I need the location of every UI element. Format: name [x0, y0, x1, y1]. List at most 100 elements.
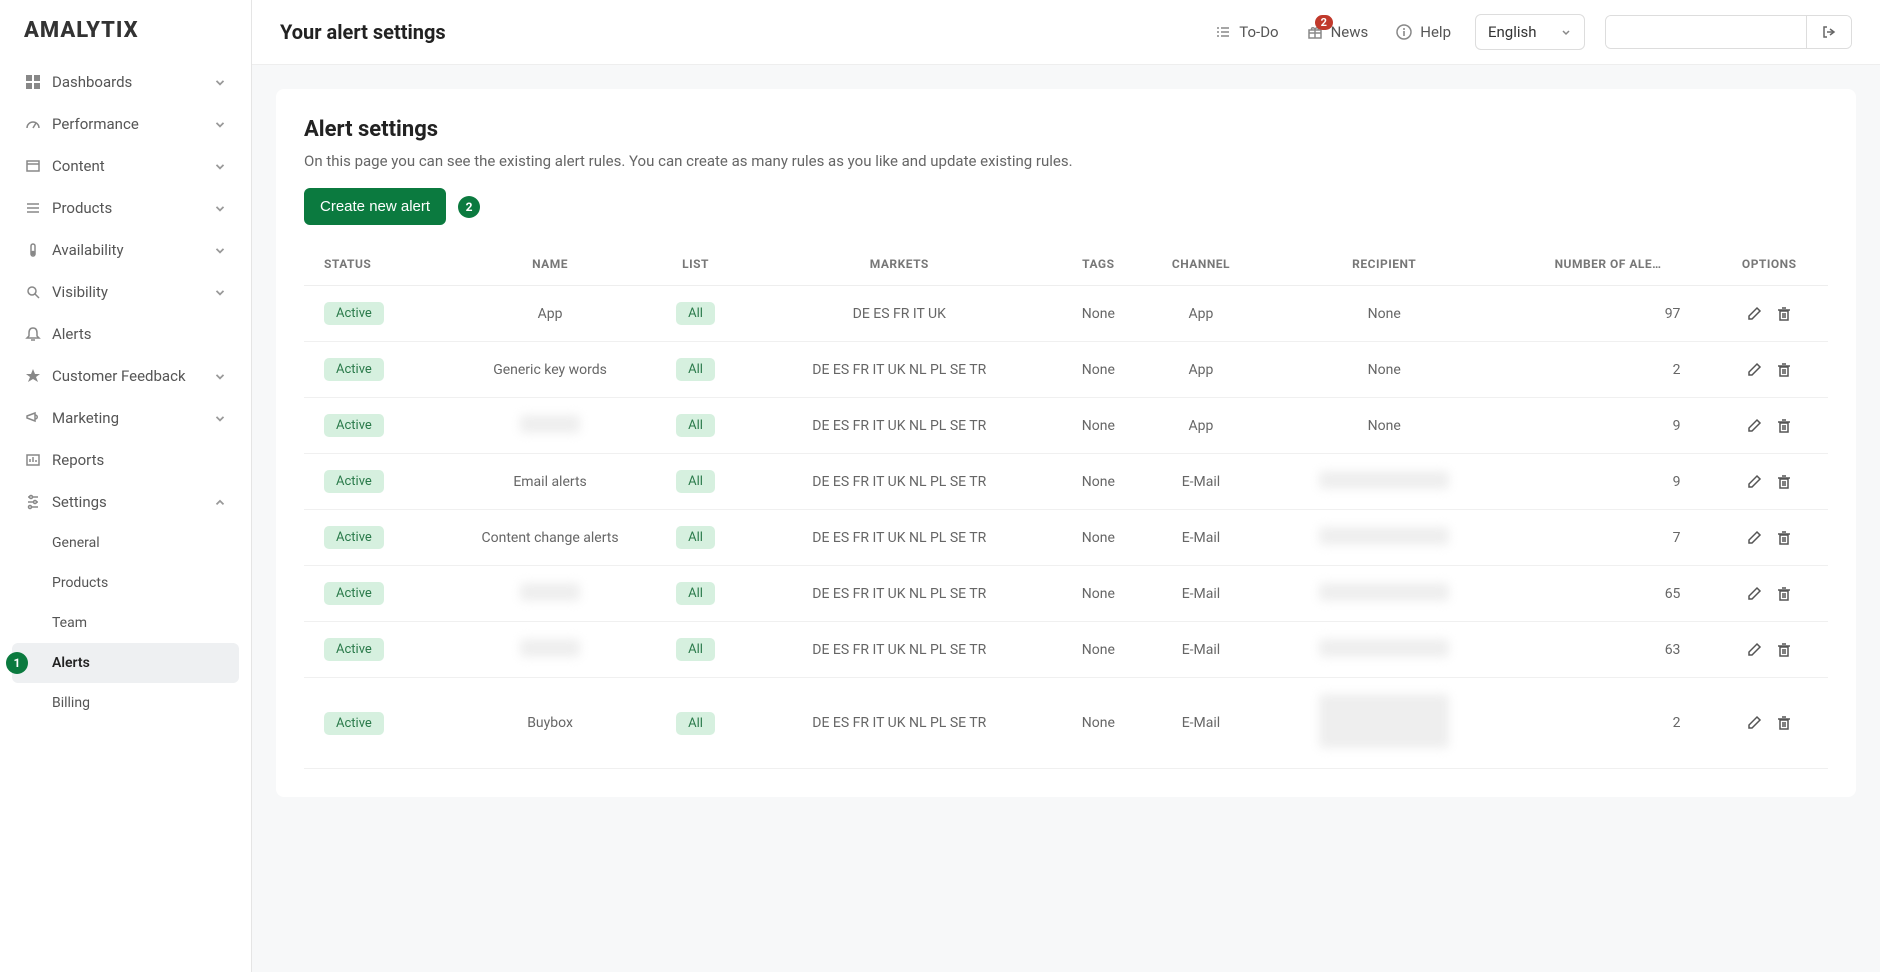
- dashboards-icon: [24, 73, 42, 91]
- trash-icon[interactable]: [1776, 418, 1792, 434]
- tags-cell: None: [1057, 342, 1139, 398]
- edit-icon[interactable]: [1746, 362, 1762, 378]
- trash-icon[interactable]: [1776, 306, 1792, 322]
- column-header: STATUS: [304, 243, 450, 286]
- performance-icon: [24, 115, 42, 133]
- markets-cell: DE ES FR IT UK NL PL SE TR: [741, 622, 1057, 678]
- logout-icon: [1821, 24, 1837, 40]
- sidebar-item-label: Settings: [52, 493, 107, 511]
- news-link[interactable]: 2 News: [1307, 23, 1369, 41]
- column-header: LIST: [650, 243, 741, 286]
- trash-icon[interactable]: [1776, 362, 1792, 378]
- chevron-up-icon: [213, 495, 227, 509]
- content: Alert settings On this page you can see …: [252, 65, 1880, 821]
- edit-icon[interactable]: [1746, 530, 1762, 546]
- sidebar-badge: 1: [6, 652, 28, 674]
- name-cell: [450, 622, 650, 678]
- language-value: English: [1488, 23, 1537, 41]
- list-badge: All: [676, 712, 715, 735]
- sidebar-item-settings[interactable]: Settings: [12, 481, 239, 523]
- sidebar-item-label: Content: [52, 157, 105, 175]
- count-cell: 2: [1506, 342, 1711, 398]
- sidebar-item-dashboards[interactable]: Dashboards: [12, 61, 239, 103]
- sidebar-subitem-general[interactable]: General: [12, 523, 239, 563]
- status-badge: Active: [324, 582, 384, 605]
- reports-icon: [24, 451, 42, 469]
- chevron-down-icon: [213, 369, 227, 383]
- count-cell: 2: [1506, 678, 1711, 769]
- table-row: ActiveAppAllDE ES FR IT UKNoneAppNone97: [304, 286, 1828, 342]
- column-header: NAME: [450, 243, 650, 286]
- edit-icon[interactable]: [1746, 306, 1762, 322]
- search-input[interactable]: [1606, 16, 1806, 48]
- panel-title: Alert settings: [304, 117, 1828, 142]
- edit-icon[interactable]: [1746, 474, 1762, 490]
- recipient-cell: None: [1263, 342, 1506, 398]
- sidebar-item-reports[interactable]: Reports: [12, 439, 239, 481]
- sidebar-item-marketing[interactable]: Marketing: [12, 397, 239, 439]
- visibility-icon: [24, 283, 42, 301]
- trash-icon[interactable]: [1776, 530, 1792, 546]
- logout-button[interactable]: [1806, 16, 1851, 48]
- list-badge: All: [676, 302, 715, 325]
- chevron-down-icon: [213, 411, 227, 425]
- sidebar-item-customer-feedback[interactable]: Customer Feedback: [12, 355, 239, 397]
- sidebar-item-label: Visibility: [52, 283, 108, 301]
- channel-cell: E-Mail: [1139, 622, 1262, 678]
- sidebar-subitem-alerts[interactable]: 1Alerts: [12, 643, 239, 683]
- trash-icon[interactable]: [1776, 715, 1792, 731]
- main: Your alert settings To-Do 2 News Help: [252, 0, 1880, 972]
- column-header: TAGS: [1057, 243, 1139, 286]
- alerts-table: STATUSNAMELISTMARKETSTAGSCHANNELRECIPIEN…: [304, 243, 1828, 769]
- news-label: News: [1331, 23, 1369, 41]
- info-icon: [1396, 24, 1412, 40]
- sidebar-item-performance[interactable]: Performance: [12, 103, 239, 145]
- help-link[interactable]: Help: [1396, 23, 1451, 41]
- sidebar-item-label: Alerts: [52, 325, 92, 343]
- markets-cell: DE ES FR IT UK NL PL SE TR: [741, 510, 1057, 566]
- trash-icon[interactable]: [1776, 642, 1792, 658]
- trash-icon[interactable]: [1776, 586, 1792, 602]
- recipient-cell: [1263, 510, 1506, 566]
- sidebar-item-label: Dashboards: [52, 73, 132, 91]
- sidebar-item-alerts[interactable]: Alerts: [12, 313, 239, 355]
- status-badge: Active: [324, 358, 384, 381]
- sidebar-subitem-label: Products: [52, 575, 108, 591]
- edit-icon[interactable]: [1746, 586, 1762, 602]
- marketing-icon: [24, 409, 42, 427]
- create-alert-button[interactable]: Create new alert: [304, 188, 446, 225]
- column-header: MARKETS: [741, 243, 1057, 286]
- tags-cell: None: [1057, 678, 1139, 769]
- status-badge: Active: [324, 638, 384, 661]
- table-row: ActiveBuyboxAllDE ES FR IT UK NL PL SE T…: [304, 678, 1828, 769]
- language-select[interactable]: English: [1475, 14, 1585, 50]
- sidebar-subitem-billing[interactable]: Billing: [12, 683, 239, 723]
- list-badge: All: [676, 414, 715, 437]
- todo-link[interactable]: To-Do: [1215, 23, 1278, 41]
- name-cell: [450, 566, 650, 622]
- sidebar-subitem-products[interactable]: Products: [12, 563, 239, 603]
- chevron-down-icon: [213, 201, 227, 215]
- sidebar-item-content[interactable]: Content: [12, 145, 239, 187]
- edit-icon[interactable]: [1746, 642, 1762, 658]
- trash-icon[interactable]: [1776, 474, 1792, 490]
- markets-cell: DE ES FR IT UK NL PL SE TR: [741, 342, 1057, 398]
- chevron-down-icon: [213, 159, 227, 173]
- edit-icon[interactable]: [1746, 715, 1762, 731]
- sidebar-item-products[interactable]: Products: [12, 187, 239, 229]
- table-row: ActiveGeneric key wordsAllDE ES FR IT UK…: [304, 342, 1828, 398]
- settings-icon: [24, 493, 42, 511]
- tags-cell: None: [1057, 398, 1139, 454]
- edit-icon[interactable]: [1746, 418, 1762, 434]
- chevron-down-icon: [213, 117, 227, 131]
- markets-cell: DE ES FR IT UK NL PL SE TR: [741, 454, 1057, 510]
- sidebar-subitem-team[interactable]: Team: [12, 603, 239, 643]
- recipient-cell: None: [1263, 398, 1506, 454]
- column-header: CHANNEL: [1139, 243, 1262, 286]
- availability-icon: [24, 241, 42, 259]
- channel-cell: App: [1139, 398, 1262, 454]
- sidebar-item-label: Marketing: [52, 409, 119, 427]
- sidebar-item-availability[interactable]: Availability: [12, 229, 239, 271]
- sidebar-item-label: Reports: [52, 451, 104, 469]
- sidebar-item-visibility[interactable]: Visibility: [12, 271, 239, 313]
